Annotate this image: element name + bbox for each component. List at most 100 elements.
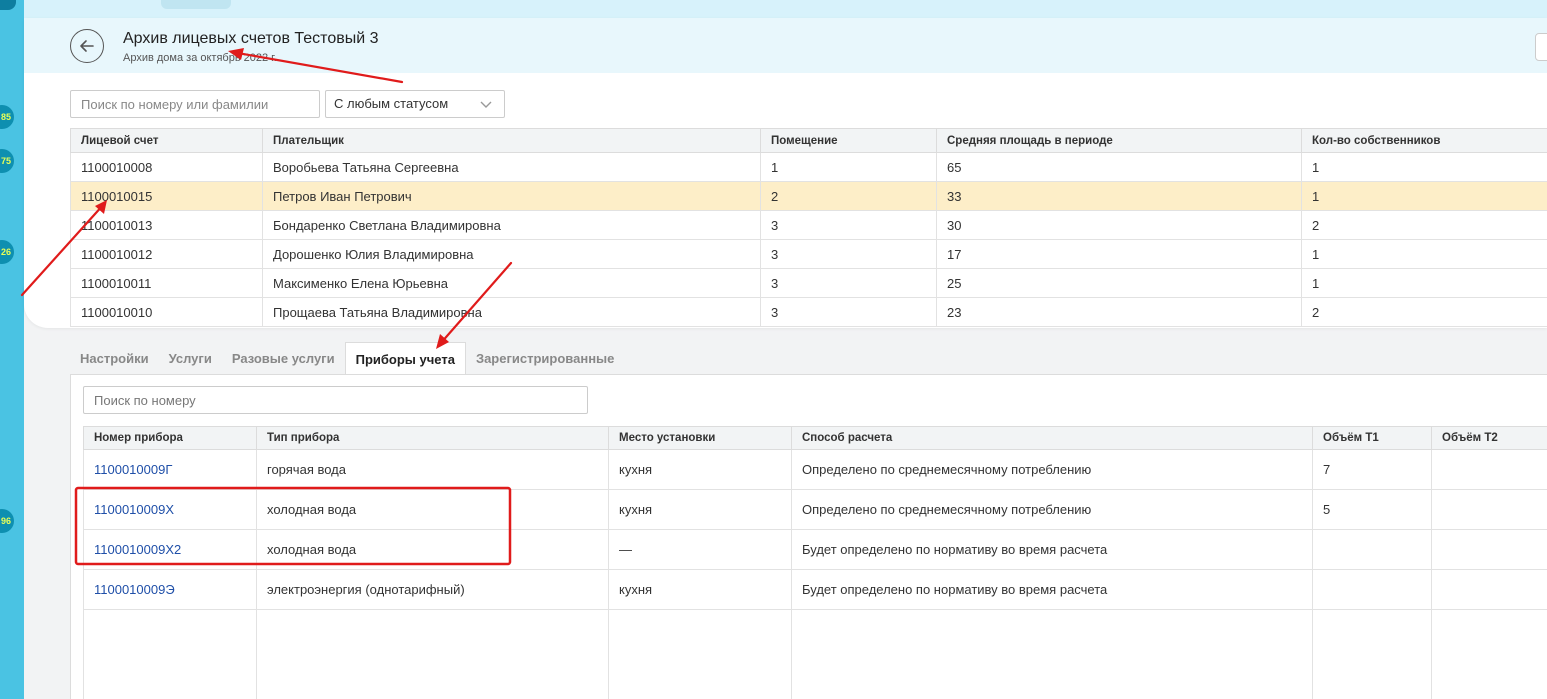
owners-count: 1 <box>1301 152 1547 182</box>
tab-one-time-services[interactable]: Разовые услуги <box>222 342 345 375</box>
volume-t1: 7 <box>1312 449 1432 490</box>
payer-name: Дорошенко Юлия Владимировна <box>262 239 761 269</box>
table-row[interactable]: 1100010010 Прощаева Татьяна Владимировна… <box>70 297 1547 327</box>
premises: 1 <box>760 152 937 182</box>
premises: 3 <box>760 210 937 240</box>
sidebar-badge[interactable]: 96 <box>0 509 14 533</box>
volume-t1 <box>1312 569 1432 610</box>
premises: 2 <box>760 181 937 211</box>
table-row[interactable]: 1100010013 Бондаренко Светлана Владимиро… <box>70 210 1547 240</box>
card-header: Архив лицевых счетов Тестовый 3 Архив до… <box>24 18 1547 73</box>
payer-name: Максименко Елена Юрьевна <box>262 268 761 298</box>
calc-method: Будет определено по нормативу во время р… <box>791 569 1313 610</box>
owners-count: 2 <box>1301 210 1547 240</box>
column-header[interactable]: Тип прибора <box>256 426 609 450</box>
table-row[interactable]: 1100010008 Воробьева Татьяна Сергеевна 1… <box>70 152 1547 182</box>
meter-number-cell: 1100010009Х <box>83 489 257 530</box>
back-button[interactable] <box>70 29 104 63</box>
table-row[interactable]: 1100010009Х холодная вода кухня Определе… <box>83 489 1547 530</box>
arrow-left-icon <box>80 40 94 52</box>
meter-number-link[interactable]: 1100010009Г <box>94 462 172 477</box>
top-tab-fragment[interactable] <box>161 0 231 9</box>
column-header[interactable]: Кол-во собственников <box>1301 128 1547 153</box>
header-action-button[interactable] <box>1535 33 1547 61</box>
left-sidebar: 85 75 26 96 <box>0 0 24 699</box>
owners-count: 2 <box>1301 297 1547 327</box>
top-strip <box>24 0 1547 18</box>
column-header[interactable]: Объём Т1 <box>1312 426 1432 450</box>
tab-services[interactable]: Услуги <box>159 342 222 375</box>
meter-search-input[interactable] <box>83 386 588 414</box>
average-area: 23 <box>936 297 1302 327</box>
table-row-selected[interactable]: 1100010015 Петров Иван Петрович 2 33 1 <box>70 181 1547 211</box>
table-row[interactable]: 1100010011 Максименко Елена Юрьевна 3 25… <box>70 268 1547 298</box>
payer-name: Воробьева Татьяна Сергеевна <box>262 152 761 182</box>
install-location: кухня <box>608 449 792 490</box>
payer-name: Бондаренко Светлана Владимировна <box>262 210 761 240</box>
owners-count: 1 <box>1301 181 1547 211</box>
meter-number-link[interactable]: 1100010009Х <box>94 502 174 517</box>
payer-name: Прощаева Татьяна Владимировна <box>262 297 761 327</box>
column-header[interactable]: Номер прибора <box>83 426 257 450</box>
sidebar-top-tab[interactable] <box>0 0 16 10</box>
premises: 3 <box>760 297 937 327</box>
volume-t2 <box>1431 529 1547 570</box>
column-header[interactable]: Плательщик <box>262 128 761 153</box>
meters-panel: Номер прибора Тип прибора Место установк… <box>70 374 1547 699</box>
premises: 3 <box>760 268 937 298</box>
column-header[interactable]: Лицевой счет <box>70 128 263 153</box>
account-number: 1100010010 <box>70 297 263 327</box>
column-header[interactable]: Место установки <box>608 426 792 450</box>
sidebar-badge[interactable]: 26 <box>0 240 14 264</box>
empty-cell <box>791 609 1313 699</box>
column-header[interactable]: Способ расчета <box>791 426 1313 450</box>
empty-cell <box>1431 609 1547 699</box>
page-subtitle: Архив дома за октябрь 2022 г. <box>123 52 277 64</box>
average-area: 17 <box>936 239 1302 269</box>
account-number: 1100010015 <box>70 181 263 211</box>
volume-t2 <box>1431 489 1547 530</box>
table-empty-space <box>83 609 1547 699</box>
sidebar-badge[interactable]: 75 <box>0 149 14 173</box>
chevron-down-icon <box>480 101 492 108</box>
sidebar-badge[interactable]: 85 <box>0 105 14 129</box>
column-header[interactable]: Средняя площадь в периоде <box>936 128 1302 153</box>
table-row[interactable]: 1100010012 Дорошенко Юлия Владимировна 3… <box>70 239 1547 269</box>
meter-number-link[interactable]: 1100010009Х2 <box>94 542 181 557</box>
volume-t1 <box>1312 529 1432 570</box>
meter-number-cell: 1100010009Э <box>83 569 257 610</box>
empty-cell <box>608 609 792 699</box>
owners-count: 1 <box>1301 239 1547 269</box>
table-row[interactable]: 1100010009Г горячая вода кухня Определен… <box>83 449 1547 490</box>
account-number: 1100010012 <box>70 239 263 269</box>
table-row[interactable]: 1100010009Х2 холодная вода — Будет опред… <box>83 529 1547 570</box>
empty-cell <box>256 609 609 699</box>
empty-cell <box>1312 609 1432 699</box>
tab-settings[interactable]: Настройки <box>70 342 159 375</box>
owners-count: 1 <box>1301 268 1547 298</box>
volume-t2 <box>1431 569 1547 610</box>
table-row[interactable]: 1100010009Э электроэнергия (однотарифный… <box>83 569 1547 610</box>
tab-meters[interactable]: Приборы учета <box>344 342 466 376</box>
account-number: 1100010008 <box>70 152 263 182</box>
average-area: 25 <box>936 268 1302 298</box>
accounts-card: Архив лицевых счетов Тестовый 3 Архив до… <box>24 18 1547 328</box>
install-location: кухня <box>608 569 792 610</box>
accounts-table: Лицевой счет Плательщик Помещение Средня… <box>70 128 1547 327</box>
column-header[interactable]: Помещение <box>760 128 937 153</box>
calc-method: Будет определено по нормативу во время р… <box>791 529 1313 570</box>
tab-registered[interactable]: Зарегистрированные <box>466 342 624 375</box>
meter-type: горячая вода <box>256 449 609 490</box>
volume-t1: 5 <box>1312 489 1432 530</box>
install-location: кухня <box>608 489 792 530</box>
install-location: — <box>608 529 792 570</box>
account-number: 1100010013 <box>70 210 263 240</box>
status-select-value: С любым статусом <box>334 96 449 111</box>
meters-table: Номер прибора Тип прибора Место установк… <box>83 426 1547 699</box>
account-number: 1100010011 <box>70 268 263 298</box>
status-select[interactable]: С любым статусом <box>325 90 505 118</box>
account-search-input[interactable] <box>70 90 320 118</box>
column-header[interactable]: Объём Т2 <box>1431 426 1547 450</box>
meter-type: холодная вода <box>256 489 609 530</box>
meter-number-link[interactable]: 1100010009Э <box>94 582 175 597</box>
